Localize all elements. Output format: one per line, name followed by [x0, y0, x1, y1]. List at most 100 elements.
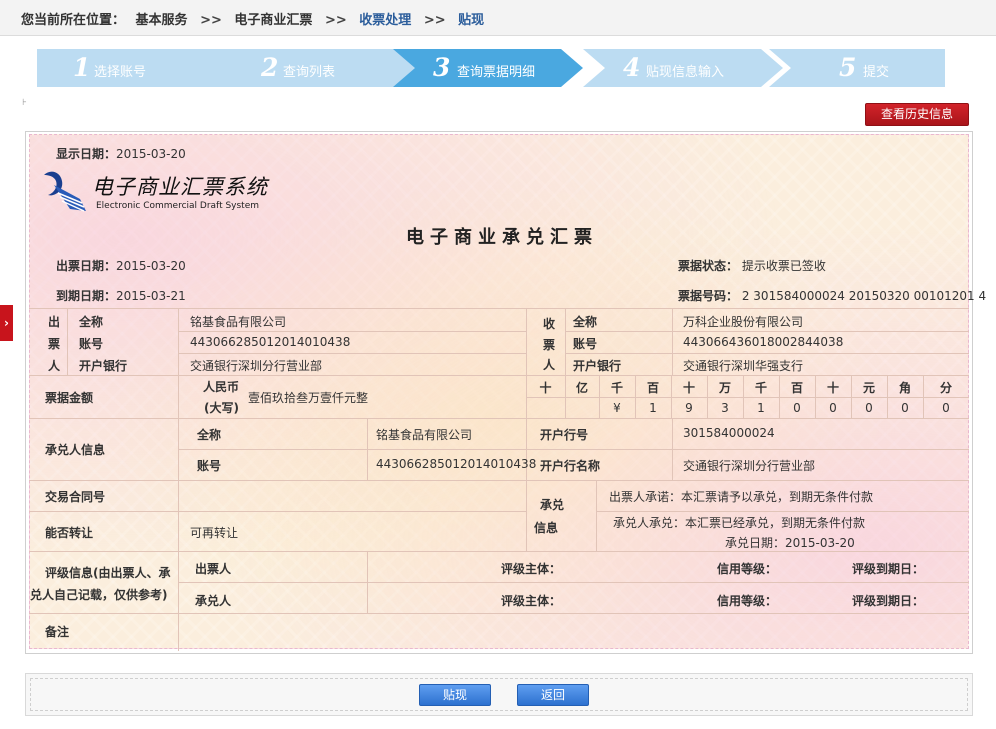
- payee-char-2: 票: [543, 338, 556, 352]
- amount-unit-cell: 万: [718, 381, 731, 395]
- step-3-number: 3: [433, 53, 451, 82]
- amount-unit-cell: 十: [826, 381, 839, 395]
- display-date: 显示日期：2015-03-20: [56, 145, 186, 162]
- drawer-char-1: 出: [48, 315, 61, 329]
- amount-digit-cell: ¥: [613, 401, 621, 415]
- step-5-label: 提交: [863, 65, 890, 80]
- acceptor-label: 承兑人信息: [45, 443, 106, 457]
- amount-digit-cell: 0: [942, 401, 950, 415]
- draft-table: 出 票 人 全称 账号 开户银行 铭基食品有限公司 44306628501201…: [29, 308, 969, 651]
- amount-unit-cell: 千: [610, 381, 623, 395]
- breadcrumb-item-ecd[interactable]: 电子商业汇票: [234, 13, 312, 28]
- chevron-right-icon: ›: [4, 316, 9, 330]
- draft-status-label: 票据状态：: [678, 259, 739, 273]
- step-progress: 1 选择账号 2 查询列表 3 查询票据明细 4 贴现信息输入 5 提交: [37, 49, 945, 87]
- payee-fullname: 万科企业股份有限公司: [683, 315, 804, 329]
- payee-char-3: 人: [543, 358, 556, 372]
- accept-date-value: 2015-03-20: [785, 536, 855, 550]
- rating-label-1: 评级信息(由出票人、承: [45, 566, 171, 580]
- ecds-logo-icon: [44, 171, 86, 212]
- rating-row-drawer-subject: 评级主体：: [501, 562, 562, 576]
- step-5-number: 5: [839, 53, 857, 82]
- drawer-fullname-label: 全称: [79, 315, 104, 329]
- view-history-button[interactable]: 查看历史信息: [865, 103, 969, 126]
- acceptor-bank-name-label: 开户行名称: [540, 459, 601, 473]
- side-expand-tab[interactable]: ›: [0, 305, 13, 341]
- draft-number-value: 2 301584000024 20150320 00101201 4: [741, 289, 987, 303]
- amount-unit-cell: 百: [646, 381, 659, 395]
- amount-digit-cell: 1: [757, 401, 765, 415]
- drawer-char-2: 票: [48, 337, 61, 351]
- rating-row-drawer-expiry: 评级到期日：: [852, 562, 925, 576]
- amount-currency-label-2: (大写): [204, 401, 239, 415]
- amount-unit-cell: 十: [682, 381, 695, 395]
- ecds-logo-en: Electronic Commercial Draft System: [96, 201, 260, 211]
- issue-date: 出票日期：2015-03-20: [56, 257, 186, 274]
- acceptor-bank-no-label: 开户行号: [540, 428, 589, 442]
- due-date-value: 2015-03-21: [116, 289, 186, 303]
- accept-date-label: 承兑日期：: [725, 536, 786, 550]
- issue-date-value: 2015-03-20: [116, 259, 186, 273]
- step-5: 5 提交: [769, 49, 945, 87]
- amount-unit-cell: 亿: [575, 381, 588, 395]
- draft-status: 票据状态： 提示收票已签收: [678, 257, 826, 274]
- collapse-dot-icon: ⊦: [22, 98, 27, 108]
- issue-date-label: 出票日期：: [56, 259, 117, 273]
- due-date: 到期日期：2015-03-21: [56, 287, 186, 304]
- display-date-label: 显示日期：: [56, 147, 117, 161]
- breadcrumb-item-discount: 贴现: [458, 13, 485, 28]
- amount-currency-label-1: 人民币: [203, 380, 240, 394]
- drawer-promise: 出票人承诺：本汇票请予以承兑，到期无条件付款: [609, 490, 874, 504]
- step-3-label: 查询票据明细: [457, 65, 536, 80]
- rating-row-acceptor-level: 信用等级：: [717, 594, 778, 608]
- draft-status-value: 提示收票已签收: [741, 259, 826, 273]
- breadcrumb-item-receive[interactable]: 收票处理: [359, 13, 411, 28]
- breadcrumb-separator: >>: [324, 13, 347, 28]
- acceptor-fullname: 铭基食品有限公司: [376, 428, 473, 442]
- rating-row-acceptor-expiry: 评级到期日：: [852, 594, 925, 608]
- drawer-fullname: 铭基食品有限公司: [190, 315, 287, 329]
- acceptor-bank-no: 301584000024: [683, 426, 775, 440]
- step-4-number: 4: [623, 53, 641, 82]
- drawer-bank-label: 开户银行: [79, 359, 128, 373]
- draft-number-label: 票据号码：: [678, 289, 739, 303]
- acceptance-info-label-2: 信息: [534, 521, 559, 535]
- step-3: 3 查询票据明细: [393, 49, 589, 87]
- transferable-value: 可再转让: [190, 526, 239, 540]
- payee-fullname-label: 全称: [573, 315, 598, 329]
- drawer-bank: 交通银行深圳分行营业部: [190, 359, 323, 373]
- breadcrumb-separator: >>: [423, 13, 446, 28]
- ecds-logo-cn: 电子商业汇票系统: [92, 175, 268, 199]
- acceptor-account-label: 账号: [197, 459, 222, 473]
- rating-row-drawer-role: 出票人: [195, 562, 232, 576]
- amount-unit-cell: 分: [939, 381, 952, 395]
- amount-digit-cell: 0: [793, 401, 801, 415]
- amount-digit-cell: 0: [865, 401, 873, 415]
- breadcrumb-item-basic-service[interactable]: 基本服务: [136, 13, 188, 28]
- drawer-account: 443066285012014010438: [190, 335, 351, 349]
- amount-digit-cell: 1: [649, 401, 657, 415]
- back-button[interactable]: 返回: [517, 684, 589, 706]
- remark-label: 备注: [45, 625, 70, 639]
- rating-row-acceptor-role: 承兑人: [195, 594, 232, 608]
- ecds-logo: 电子商业汇票系统 Electronic Commercial Draft Sys…: [40, 167, 270, 215]
- payee-bank: 交通银行深圳华强支行: [683, 359, 804, 373]
- rating-row-drawer-level: 信用等级：: [717, 562, 778, 576]
- contract-label: 交易合同号: [45, 490, 106, 504]
- amount-unit-cell: 十: [539, 381, 552, 395]
- amount-unit-cell: 百: [790, 381, 803, 395]
- drawer-char-3: 人: [48, 359, 61, 373]
- acceptor-bank-name: 交通银行深圳分行营业部: [683, 459, 816, 473]
- payee-account-label: 账号: [573, 337, 598, 351]
- rating-label-2: 兑人自己记载，仅供参考): [30, 588, 168, 602]
- amount-digit-cell: 0: [829, 401, 837, 415]
- step-2-label: 查询列表: [283, 65, 336, 80]
- amount-digit-cell: 9: [685, 401, 693, 415]
- due-date-label: 到期日期：: [56, 289, 117, 303]
- display-date-value: 2015-03-20: [116, 147, 186, 161]
- amount-in-words: 壹佰玖拾叁万壹仟元整: [248, 391, 369, 405]
- bottom-button-bar: [25, 673, 973, 716]
- draft-number: 票据号码： 2 301584000024 20150320 00101201 4: [678, 287, 986, 304]
- breadcrumb-prefix: 您当前所在位置：: [21, 13, 126, 28]
- discount-button[interactable]: 贴现: [419, 684, 491, 706]
